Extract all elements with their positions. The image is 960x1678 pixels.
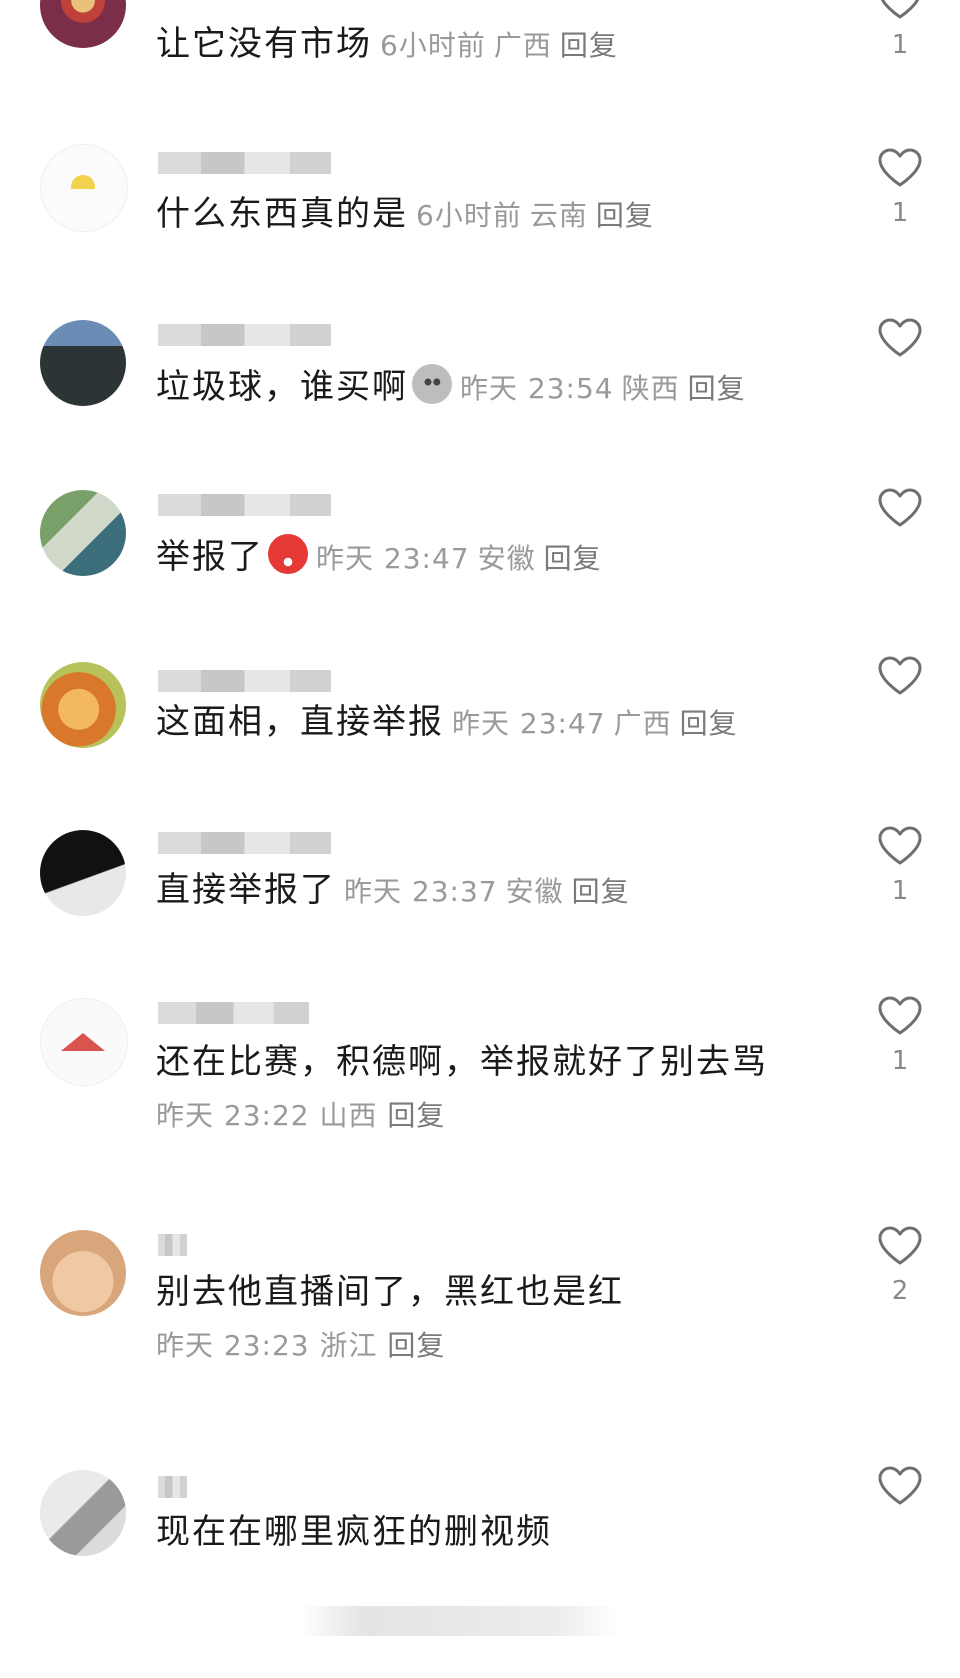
reply-button[interactable]: 回复 bbox=[688, 372, 746, 405]
like-button[interactable]: 1 bbox=[872, 0, 928, 60]
like-count: 1 bbox=[891, 1046, 909, 1076]
reply-button[interactable]: 回复 bbox=[387, 1329, 445, 1362]
reply-button[interactable]: 回复 bbox=[680, 707, 738, 740]
avatar[interactable] bbox=[40, 144, 128, 232]
reply-button[interactable]: 回复 bbox=[544, 542, 602, 575]
comment-text-row: 举报了 昨天 23:47 安徽 回复 bbox=[156, 534, 602, 579]
reply-button[interactable]: 回复 bbox=[596, 199, 654, 232]
like-button[interactable]: 1 bbox=[872, 826, 928, 906]
comment-time: 6小时前 bbox=[380, 29, 486, 62]
comment-text: 什么东西真的是 bbox=[156, 194, 408, 234]
comment-feed: 让它没有市场 6小时前 广西 回复 1 什么东西真的是 6小时前 云南 回复 1 垃圾球，谁… bbox=[0, 0, 960, 1678]
like-button[interactable] bbox=[872, 656, 928, 706]
username[interactable] bbox=[158, 152, 398, 174]
avatar[interactable] bbox=[40, 830, 126, 916]
username[interactable] bbox=[158, 832, 398, 854]
heart-icon bbox=[878, 318, 922, 357]
comment-text: 还在比赛，积德啊，举报就好了别去骂 bbox=[156, 1042, 768, 1082]
comment-time: 昨天 23:22 bbox=[156, 1099, 310, 1132]
like-count: 1 bbox=[891, 876, 909, 906]
heart-icon bbox=[878, 1466, 922, 1505]
comment-time: 昨天 23:37 bbox=[344, 875, 498, 908]
avatar[interactable] bbox=[40, 320, 126, 406]
sun-icon bbox=[71, 175, 95, 189]
like-count: 1 bbox=[891, 198, 909, 228]
comment-text-row: 什么东西真的是 6小时前 云南 回复 bbox=[156, 194, 654, 236]
comment-region: 云南 bbox=[529, 199, 588, 232]
comment-text: 垃圾球，谁买啊 bbox=[156, 367, 408, 407]
comment-text-row: 这面相，直接举报 昨天 23:47 广西 回复 bbox=[156, 702, 738, 744]
heart-icon bbox=[880, 0, 920, 19]
heart-icon bbox=[878, 488, 922, 527]
like-button[interactable]: 2 bbox=[872, 1226, 928, 1306]
like-count: 2 bbox=[891, 1276, 909, 1306]
like-count: 1 bbox=[891, 30, 909, 60]
comment-region: 浙江 bbox=[319, 1329, 378, 1362]
username[interactable] bbox=[158, 1476, 198, 1498]
comment-text-row: 直接举报了 昨天 23:37 安徽 回复 bbox=[156, 870, 630, 912]
avatar[interactable] bbox=[40, 490, 126, 576]
heart-icon bbox=[878, 148, 922, 187]
comment-region: 广西 bbox=[613, 707, 672, 740]
slice-icon bbox=[61, 1033, 105, 1051]
comment-region: 安徽 bbox=[505, 875, 564, 908]
angry-face-emoji-icon bbox=[268, 534, 308, 574]
avatar[interactable] bbox=[40, 1230, 126, 1316]
like-button[interactable]: 1 bbox=[872, 148, 928, 228]
comment-region: 山西 bbox=[319, 1099, 378, 1132]
comment-region: 安徽 bbox=[477, 542, 536, 575]
username[interactable] bbox=[158, 1234, 198, 1256]
comment-text: 直接举报了 bbox=[156, 870, 336, 910]
heart-icon bbox=[878, 996, 922, 1035]
username[interactable] bbox=[158, 670, 398, 692]
comment-text-row: 垃圾球，谁买啊 昨天 23:54 陕西 回复 bbox=[156, 364, 746, 409]
reply-button[interactable]: 回复 bbox=[560, 29, 618, 62]
skull-emoji-icon bbox=[412, 364, 452, 404]
username[interactable] bbox=[158, 324, 398, 346]
avatar[interactable] bbox=[40, 662, 126, 748]
comment-text: 别去他直播间了，黑红也是红 bbox=[156, 1272, 624, 1312]
heart-icon bbox=[878, 826, 922, 865]
comment-region: 陕西 bbox=[621, 372, 680, 405]
avatar[interactable] bbox=[40, 1470, 126, 1556]
like-button[interactable] bbox=[872, 1466, 928, 1516]
comment-text: 这面相，直接举报 bbox=[156, 702, 444, 742]
comment-time: 昨天 23:23 bbox=[156, 1329, 310, 1362]
reply-button[interactable]: 回复 bbox=[572, 875, 630, 908]
like-button[interactable]: 1 bbox=[872, 996, 928, 1076]
comment-text: 现在在哪里疯狂的删视频 bbox=[156, 1512, 552, 1552]
comment-time: 昨天 23:47 bbox=[316, 542, 470, 575]
username[interactable] bbox=[158, 1002, 368, 1024]
avatar[interactable] bbox=[40, 0, 126, 48]
like-button[interactable] bbox=[872, 318, 928, 368]
comment-time: 昨天 23:54 bbox=[460, 372, 614, 405]
comment-time: 6小时前 bbox=[416, 199, 522, 232]
username[interactable] bbox=[158, 494, 398, 516]
watermark-blur bbox=[300, 1606, 620, 1636]
comment-meta-row: 昨天 23:23 浙江 回复 bbox=[156, 1328, 445, 1364]
comment-text-row: 让它没有市场 6小时前 广西 回复 bbox=[156, 24, 618, 66]
comment-text: 举报了 bbox=[156, 537, 264, 577]
heart-icon bbox=[878, 656, 922, 695]
comment-time: 昨天 23:47 bbox=[452, 707, 606, 740]
heart-icon bbox=[878, 1226, 922, 1265]
comment-region: 广西 bbox=[493, 29, 552, 62]
avatar[interactable] bbox=[40, 998, 128, 1086]
like-button[interactable] bbox=[872, 488, 928, 538]
comment-meta-row: 昨天 23:22 山西 回复 bbox=[156, 1098, 445, 1134]
comment-text: 让它没有市场 bbox=[156, 24, 372, 64]
reply-button[interactable]: 回复 bbox=[387, 1099, 445, 1132]
